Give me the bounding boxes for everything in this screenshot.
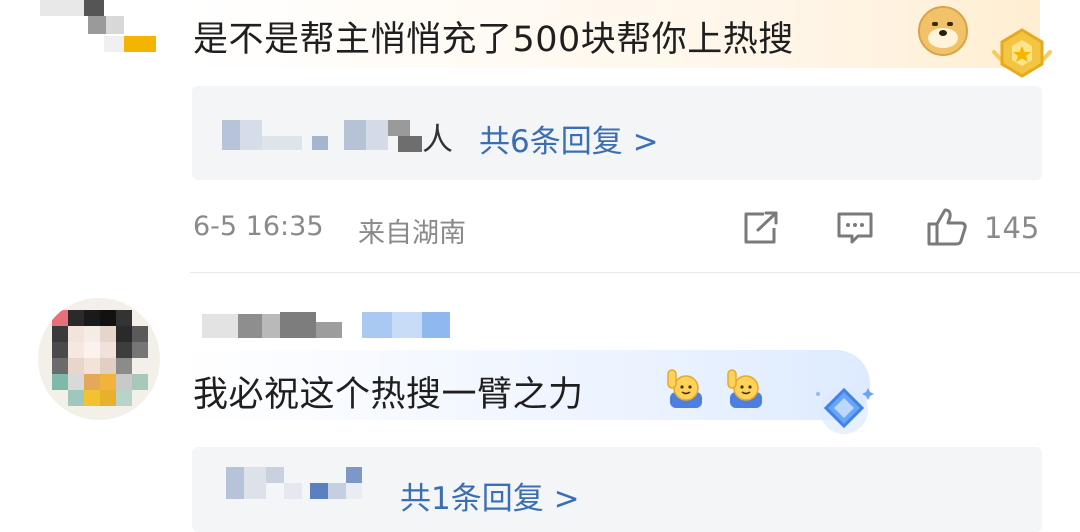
- comment-1-location: 来自湖南: [358, 218, 466, 249]
- mosaic-tile: [398, 136, 422, 152]
- mosaic-tile: [116, 342, 132, 358]
- doge-nose: [939, 30, 947, 36]
- mosaic-tile: [240, 120, 262, 150]
- mosaic-tile: [104, 36, 124, 52]
- doge-eye: [947, 22, 953, 26]
- mosaic-tile: [68, 358, 84, 374]
- mosaic-tile: [84, 390, 100, 406]
- mosaic-tile: [280, 312, 316, 338]
- blue-fan-badge-icon: [808, 380, 880, 440]
- mosaic-tile: [366, 120, 388, 150]
- mosaic-tile: [266, 467, 284, 483]
- comment-divider: [190, 272, 1080, 273]
- comment-icon[interactable]: [836, 210, 874, 246]
- gold-fan-badge-icon: [990, 24, 1054, 80]
- mosaic-tile: [346, 467, 362, 483]
- comment-1-text: 是不是帮主悄悄充了500块帮你上热搜: [193, 20, 794, 60]
- mosaic-tile: [52, 358, 68, 374]
- mosaic-tile: [84, 326, 100, 342]
- mosaic-tile: [52, 342, 68, 358]
- thumbs-up-icon[interactable]: [926, 207, 968, 247]
- mosaic-tile: [52, 326, 68, 342]
- mosaic-tile: [388, 120, 410, 136]
- comment-1-like-count: 145: [984, 211, 1040, 245]
- mosaic-tile: [284, 483, 302, 499]
- mosaic-tile: [132, 374, 148, 390]
- mosaic-tile: [68, 390, 84, 406]
- mosaic-tile: [116, 326, 132, 342]
- mosaic-tile: [316, 322, 342, 338]
- raise-hand-emoji: [664, 366, 708, 410]
- mosaic-tile: [132, 342, 148, 358]
- mosaic-tile: [100, 310, 116, 326]
- mosaic-tile: [88, 16, 106, 34]
- mosaic-tile: [40, 0, 84, 16]
- mosaic-tile: [310, 483, 328, 499]
- mosaic-tile: [262, 314, 280, 338]
- mosaic-tile: [68, 310, 84, 326]
- mosaic-tile: [100, 326, 116, 342]
- mosaic-tile: [84, 358, 100, 374]
- doge-eye: [932, 22, 938, 26]
- mosaic-tile: [68, 342, 84, 358]
- mosaic-tile: [100, 358, 116, 374]
- mosaic-tile: [116, 310, 132, 326]
- mosaic-tile: [106, 16, 124, 34]
- comment-1-time: 6-5 16:35: [193, 211, 324, 242]
- mosaic-tile: [68, 326, 84, 342]
- mosaic-tile: [312, 136, 328, 150]
- mosaic-tile: [116, 358, 132, 374]
- mosaic-tile: [52, 310, 68, 326]
- mosaic-tile: [116, 374, 132, 390]
- mosaic-tile: [52, 374, 68, 390]
- raise-hand-emoji: [724, 366, 768, 410]
- avatar-2[interactable]: [38, 298, 160, 420]
- mosaic-tile: [244, 467, 266, 499]
- mosaic-tile: [346, 483, 362, 499]
- mosaic-tile: [100, 342, 116, 358]
- doge-emoji: [918, 6, 968, 56]
- mosaic-tile: [68, 374, 84, 390]
- mosaic-tile: [124, 36, 156, 52]
- mosaic-tile: [262, 136, 302, 150]
- mosaic-tile: [132, 326, 148, 342]
- mosaic-tile: [84, 310, 100, 326]
- mosaic-tile: [328, 483, 346, 499]
- comment-2-reply-count-link[interactable]: 共1条回复 >: [400, 473, 580, 518]
- mosaic-tile: [116, 390, 132, 406]
- mosaic-tile: [344, 120, 366, 150]
- comment-1-reply-count-link[interactable]: 共6条回复 >: [479, 116, 659, 161]
- reply-user-suffix: 人: [422, 122, 454, 158]
- mosaic-tile: [238, 314, 262, 338]
- mosaic-tile: [362, 312, 392, 338]
- share-icon[interactable]: [742, 210, 780, 246]
- comment-2-text: 我必祝这个热搜一臂之力: [193, 375, 584, 415]
- mosaic-tile: [100, 390, 116, 406]
- comment-1-replies-box[interactable]: 人 共6条回复 >: [192, 86, 1042, 180]
- mosaic-tile: [84, 0, 104, 16]
- mosaic-tile: [100, 374, 116, 390]
- mosaic-tile: [422, 312, 450, 338]
- mosaic-tile: [392, 312, 422, 338]
- mosaic-tile: [202, 314, 238, 338]
- mosaic-tile: [222, 120, 240, 150]
- mosaic-tile: [84, 374, 100, 390]
- comment-2-replies-box[interactable]: 共1条回复 >: [192, 447, 1042, 532]
- mosaic-tile: [226, 467, 244, 499]
- mosaic-tile: [84, 342, 100, 358]
